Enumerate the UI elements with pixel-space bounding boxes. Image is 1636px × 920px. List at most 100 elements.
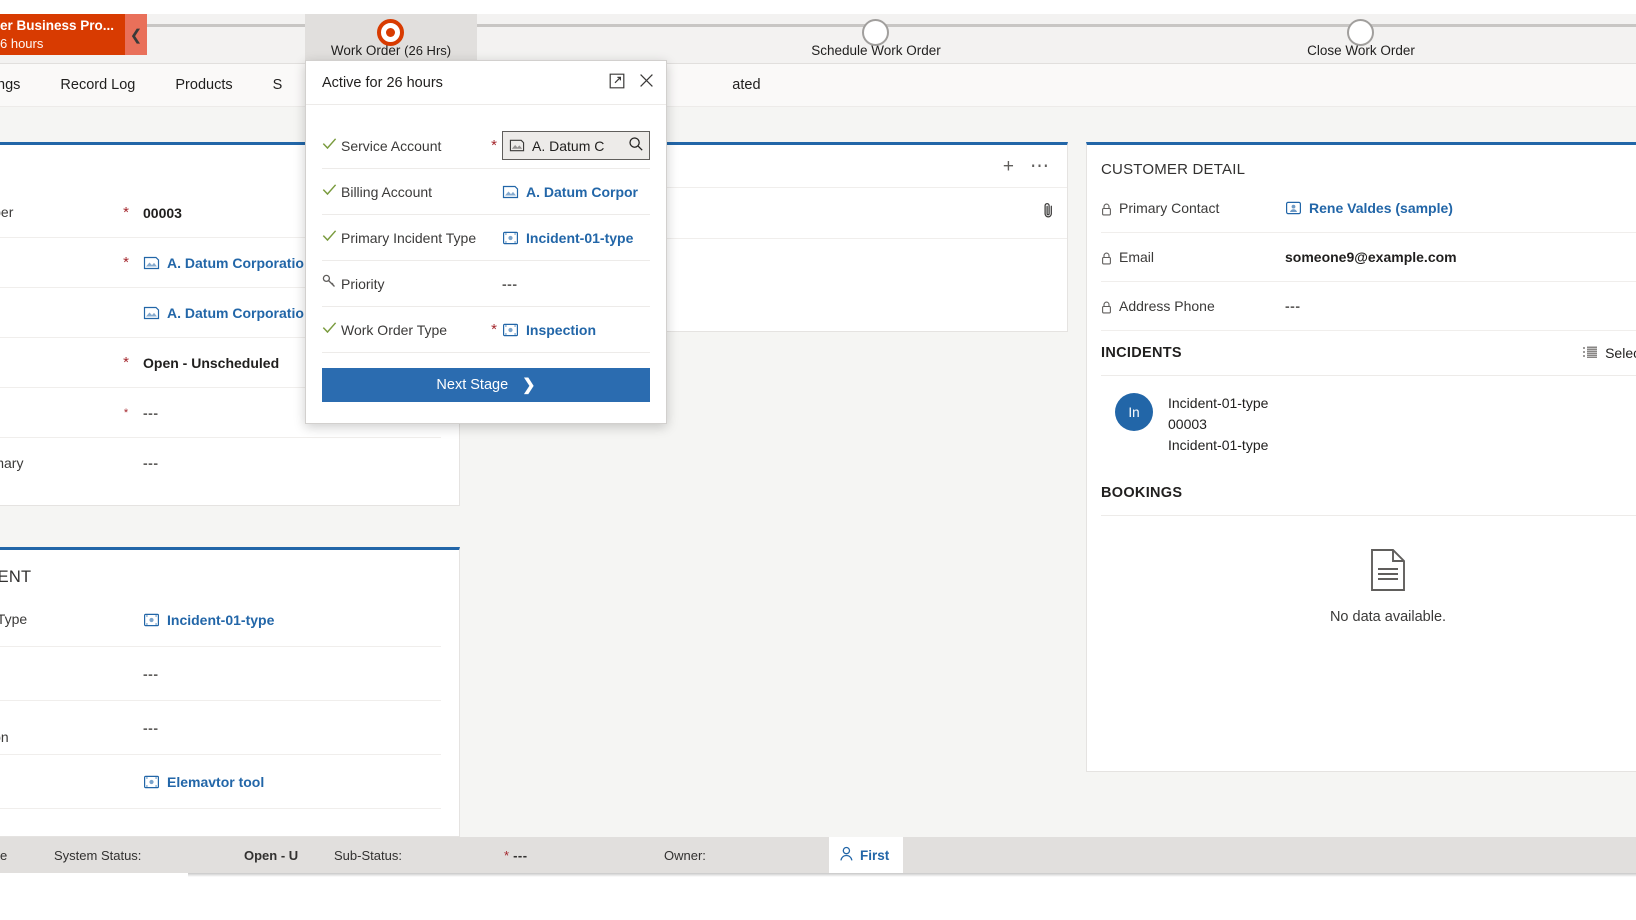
field-value-system-status[interactable]: Open - Unscheduled bbox=[143, 355, 279, 371]
footer-value: --- bbox=[513, 847, 528, 863]
check-icon bbox=[322, 183, 341, 201]
contact-icon bbox=[1285, 200, 1302, 216]
bookings-section-header: BOOKINGS ⋯ bbox=[1101, 470, 1636, 515]
paperclip-icon[interactable] bbox=[1042, 201, 1055, 225]
bookings-section-title: BOOKINGS bbox=[1101, 484, 1183, 501]
incident-list-item[interactable]: In Incident-01-type 00003 Incident-01-ty… bbox=[1101, 376, 1636, 470]
field-label: em Status bbox=[0, 353, 118, 372]
field-label: nary Incident cription bbox=[0, 655, 118, 693]
field-label: k Order Number bbox=[0, 204, 14, 220]
bpf-stage-duration: (26 Hrs) bbox=[404, 43, 452, 58]
primary-incident-section-content: ARY INCIDENT nary Incident Type Incident… bbox=[0, 550, 459, 809]
field-value-primary-contact[interactable]: Rene Valdes (sample) bbox=[1285, 200, 1453, 216]
field-value-text: Rene Valdes (sample) bbox=[1309, 200, 1453, 216]
bpf-field-row-service-account: Service Account * A. Datum C bbox=[322, 123, 650, 169]
bpf-stage-node-pending-icon bbox=[1347, 19, 1374, 46]
plus-icon[interactable]: + bbox=[1003, 157, 1014, 176]
required-indicator: * bbox=[504, 847, 510, 863]
field-value-primary-incident-estimated-duration[interactable]: --- bbox=[143, 720, 159, 736]
primary-incident-section-title: ARY INCIDENT bbox=[0, 568, 32, 586]
field-row-primary-contact: Primary Contact Rene Valdes (sample) bbox=[1101, 184, 1636, 233]
customer-detail-card: CUSTOMER DETAIL Primary Contact Rene Val… bbox=[1086, 142, 1636, 772]
next-stage-button[interactable]: Next Stage ❯ bbox=[322, 368, 650, 402]
field-value-work-order-number[interactable]: 00003 bbox=[143, 205, 182, 221]
form-tab-strip: Settings Record Log Products S ated bbox=[0, 64, 1636, 107]
field-value-primary-incident-description[interactable]: --- bbox=[143, 666, 159, 682]
bpf-flyout-header: Active for 26 hours bbox=[306, 61, 666, 105]
bpf-stage-close-work-order[interactable]: Close Work Order bbox=[1275, 14, 1447, 64]
bpf-field-value-priority[interactable]: --- bbox=[502, 276, 650, 292]
footer-value-sub-status[interactable]: * --- bbox=[504, 837, 664, 873]
bookings-empty-state: No data available. bbox=[1101, 516, 1636, 625]
field-value-primary-incident-customer-asset[interactable]: Elemavtor tool bbox=[143, 774, 264, 790]
tab-products[interactable]: Products bbox=[155, 64, 252, 107]
bpf-field-value-work-order-type[interactable]: Inspection bbox=[502, 322, 650, 338]
service-account-lookup-value: A. Datum C bbox=[532, 137, 605, 154]
bpf-field-label: Primary Incident Type bbox=[341, 229, 477, 246]
footer-value: Open - U bbox=[244, 847, 299, 863]
field-row-primary-incident-description: nary Incident cription --- bbox=[0, 647, 441, 701]
check-icon bbox=[322, 321, 341, 339]
field-label: -Status bbox=[0, 403, 118, 422]
page-bottom-left-fill bbox=[0, 873, 188, 883]
field-label: k Order Summary bbox=[0, 454, 24, 471]
footer-label: Owner: bbox=[664, 847, 706, 863]
footer-label: e bbox=[0, 847, 8, 863]
service-account-lookup-input[interactable]: A. Datum C bbox=[502, 131, 650, 160]
check-icon bbox=[322, 229, 341, 247]
list-select-icon bbox=[1582, 345, 1598, 362]
close-icon[interactable] bbox=[639, 73, 654, 92]
footer-cell-name: e bbox=[0, 837, 54, 873]
field-value-work-order-summary[interactable]: --- bbox=[143, 455, 159, 471]
bpf-stage-node-pending-icon bbox=[862, 19, 889, 46]
bpf-stage-schedule-work-order[interactable]: Schedule Work Order bbox=[790, 14, 962, 64]
open-in-new-window-icon[interactable] bbox=[609, 73, 625, 93]
tab-record-log[interactable]: Record Log bbox=[40, 64, 155, 107]
lock-icon bbox=[1101, 300, 1112, 313]
field-value-email[interactable]: someone9@example.com bbox=[1285, 249, 1457, 265]
incidents-select-label: Select bbox=[1605, 345, 1636, 361]
tab-services[interactable]: S bbox=[253, 64, 303, 107]
bookings-empty-text: No data available. bbox=[1329, 609, 1447, 625]
field-row-primary-incident-type: nary Incident Type Incident-01-type bbox=[0, 593, 441, 647]
more-horizontal-icon[interactable]: ⋯ bbox=[1030, 157, 1049, 176]
bpf-stage-node-current-icon bbox=[377, 19, 404, 46]
required-indicator: * bbox=[491, 321, 497, 338]
bpf-field-value-text: Incident-01-type bbox=[526, 229, 634, 246]
next-stage-label: Next Stage bbox=[436, 377, 509, 393]
footer-cell-owner: Owner: bbox=[664, 837, 829, 873]
lock-icon bbox=[1101, 251, 1112, 264]
incident-item-text: Incident-01-type 00003 Incident-01-type bbox=[1168, 393, 1268, 456]
incidents-section-title: INCIDENTS bbox=[1101, 345, 1182, 361]
bpf-field-label: Work Order Type bbox=[341, 321, 448, 338]
field-value-address-phone[interactable]: --- bbox=[1285, 298, 1301, 314]
footer-value-system-status[interactable]: Open - U bbox=[244, 837, 334, 873]
footer-owner-chip[interactable]: First bbox=[829, 837, 904, 873]
bpf-top-strip bbox=[0, 0, 1636, 14]
bpf-field-label: Priority bbox=[341, 275, 385, 292]
record-icon bbox=[143, 774, 160, 790]
field-value-primary-incident-type[interactable]: Incident-01-type bbox=[143, 612, 274, 628]
bpf-field-value-primary-incident-type[interactable]: Incident-01-type bbox=[502, 230, 650, 246]
required-indicator: * bbox=[491, 137, 497, 154]
bpf-field-row-work-order-type: Work Order Type * Inspection bbox=[322, 307, 650, 353]
search-icon[interactable] bbox=[628, 136, 644, 155]
bpf-stage-work-order[interactable]: Work Order (26 Hrs) bbox=[305, 14, 477, 64]
field-value-sub-status[interactable]: --- bbox=[143, 405, 159, 421]
footer-cell-sub-status: Sub-Status: bbox=[334, 837, 504, 873]
tab-related[interactable]: ated bbox=[712, 64, 780, 107]
tab-settings[interactable]: Settings bbox=[0, 64, 40, 107]
record-icon bbox=[143, 612, 160, 628]
bpf-field-value-billing-account[interactable]: A. Datum Corpor bbox=[502, 184, 650, 200]
incidents-select-button[interactable]: Select bbox=[1582, 345, 1636, 362]
bpf-field-row-priority: Priority --- bbox=[322, 261, 650, 307]
bpf-flyout-title: Active for 26 hours bbox=[322, 74, 443, 91]
footer-label: System Status: bbox=[54, 847, 142, 863]
field-value-service-account[interactable]: A. Datum Corporatio bbox=[143, 255, 304, 271]
footer-label: Sub-Status: bbox=[334, 847, 402, 863]
bpf-stage-label: Schedule Work Order bbox=[811, 43, 941, 58]
account-icon bbox=[502, 184, 519, 200]
field-value-text: A. Datum Corporatio bbox=[167, 304, 304, 321]
field-label: ng Account bbox=[0, 303, 118, 322]
field-value-billing-account[interactable]: A. Datum Corporatio bbox=[143, 305, 304, 321]
